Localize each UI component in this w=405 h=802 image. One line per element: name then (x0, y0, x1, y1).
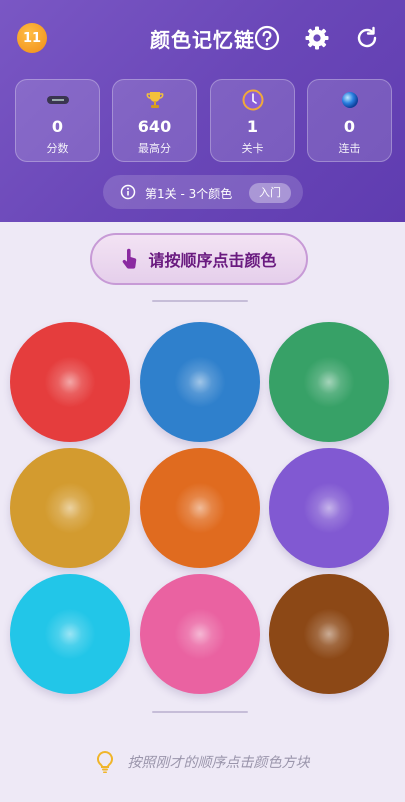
stat-label: 关卡 (241, 142, 264, 155)
level-badge-icon (242, 89, 263, 111)
header: 11 颜色记忆链 0 分数 640 最高分 1 关卡 0 连击 第1关 - 3个… (0, 0, 405, 222)
trophy-icon (146, 92, 163, 108)
color-button-gold[interactable] (10, 448, 130, 568)
color-button-brown[interactable] (269, 574, 389, 694)
orb-icon (341, 92, 358, 108)
color-button-purple[interactable] (269, 448, 389, 568)
hint-bar: 按照刚才的顺序点击颜色方块 (0, 750, 405, 774)
stat-label: 连击 (338, 142, 361, 155)
restart-button[interactable] (353, 24, 381, 52)
level-indicator: 第1关 - 3个颜色 入门 (103, 175, 303, 209)
gear-icon (305, 26, 329, 50)
hint-text: 按照刚才的顺序点击颜色方块 (127, 755, 310, 771)
divider-top (152, 300, 248, 302)
stat-label: 最高分 (138, 142, 171, 155)
stat-combo: 0 连击 (307, 79, 392, 162)
stat-best: 640 最高分 (112, 79, 197, 162)
stat-value: 0 (51, 117, 64, 136)
app-title: 颜色记忆链 (150, 28, 255, 52)
color-button-orange[interactable] (140, 448, 260, 568)
help-button[interactable] (253, 24, 281, 52)
stat-value: 1 (246, 117, 259, 136)
settings-button[interactable] (303, 24, 331, 52)
hand-pointer-icon (123, 248, 137, 269)
lightbulb-icon (96, 750, 113, 773)
divider-bottom (152, 711, 248, 713)
color-button-green[interactable] (269, 322, 389, 442)
color-button-pink[interactable] (140, 574, 260, 694)
instruction-button: 请按顺序点击颜色 (90, 233, 308, 285)
stat-level: 1 关卡 (210, 79, 295, 162)
level-text: 第1关 - 3个颜色 (145, 187, 233, 201)
color-button-blue[interactable] (140, 322, 260, 442)
stats-panel: 0 分数 640 最高分 1 关卡 0 连击 (15, 79, 392, 162)
gamepad-icon (46, 96, 69, 104)
instruction-text: 请按顺序点击颜色 (148, 251, 277, 270)
color-button-cyan[interactable] (10, 574, 130, 694)
help-circle-icon (254, 25, 280, 51)
stat-value: 0 (343, 117, 356, 136)
info-icon (120, 184, 136, 200)
stat-label: 分数 (46, 142, 69, 155)
stat-value: 640 (137, 117, 172, 136)
top-bar: 11 颜色记忆链 (0, 0, 405, 78)
stat-score: 0 分数 (15, 79, 100, 162)
difficulty-badge: 入门 (249, 183, 291, 203)
refresh-icon (357, 26, 377, 48)
color-button-red[interactable] (10, 322, 130, 442)
